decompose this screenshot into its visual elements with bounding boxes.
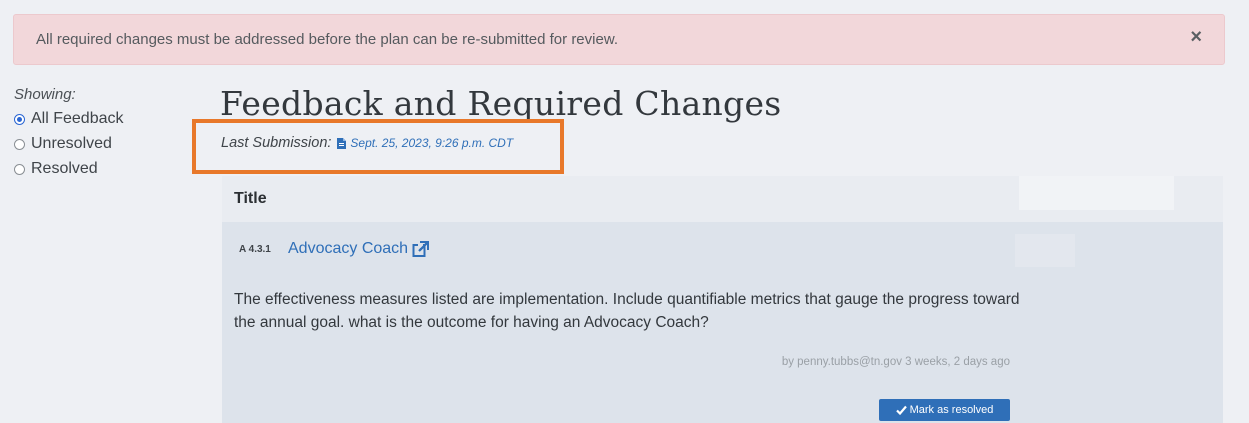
filter-option-label: Unresolved (31, 135, 112, 152)
radio-unresolved[interactable] (14, 138, 25, 150)
filter-option-resolved[interactable]: Resolved (14, 160, 98, 178)
header-placeholder (1019, 176, 1174, 210)
close-icon[interactable]: × (1190, 27, 1202, 47)
page-title: Feedback and Required Changes (220, 84, 782, 123)
highlight-box (192, 119, 564, 174)
radio-resolved[interactable] (14, 163, 25, 175)
filter-option-label: Resolved (31, 160, 98, 177)
item-title: Advocacy Coach (288, 240, 409, 257)
filter-label: Showing: (14, 86, 76, 103)
mark-resolved-label: Mark as resolved (909, 404, 994, 416)
item-code: A 4.3.1 (239, 244, 271, 255)
filter-option-all[interactable]: All Feedback (14, 110, 124, 128)
card-placeholder (1015, 234, 1075, 267)
check-icon (895, 405, 907, 415)
alert-banner: All required changes must be addressed b… (13, 14, 1225, 65)
mark-resolved-button[interactable]: Mark as resolved (879, 399, 1010, 421)
external-link-icon (412, 240, 430, 257)
radio-all-feedback[interactable] (14, 113, 25, 125)
feedback-comment: The effectiveness measures listed are im… (234, 291, 1020, 331)
table-header: Title (222, 176, 1223, 222)
feedback-meta: by penny.tubbs@tn.gov 3 weeks, 2 days ag… (781, 356, 1010, 368)
filter-option-label: All Feedback (31, 110, 124, 127)
filter-option-unresolved[interactable]: Unresolved (14, 135, 112, 153)
alert-message: All required changes must be addressed b… (36, 31, 618, 48)
feedback-card: A 4.3.1 Advocacy Coach The effectiveness… (222, 222, 1223, 423)
column-header-title: Title (234, 190, 267, 207)
item-title-link[interactable]: Advocacy Coach (288, 240, 430, 258)
